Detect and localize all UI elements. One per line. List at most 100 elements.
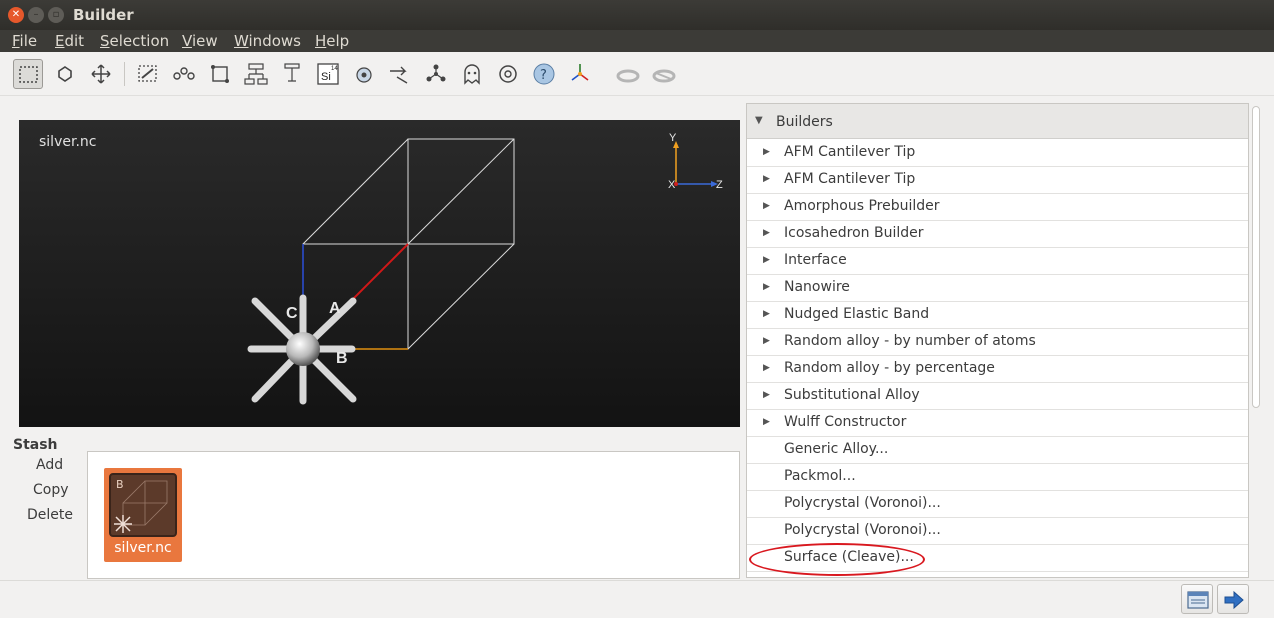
arrow-cut-icon[interactable] [385,59,415,89]
builders-scroll-thumb[interactable] [1252,106,1260,408]
builder-group-item[interactable]: ▶ AFM Cantilever Tip [747,167,1248,194]
lasso-icon[interactable] [133,59,163,89]
axes-icon[interactable] [565,59,595,89]
element-number: 14 [331,66,338,72]
stash-thumb-structure-icon [114,480,168,533]
notes-icon [1187,591,1209,609]
gear-box-icon[interactable] [493,59,523,89]
chain-icon[interactable] [169,59,199,89]
builder-group-label: Wulff Constructor [784,414,907,430]
builder-group-item[interactable]: ▶ Random alloy - by number of atoms [747,329,1248,356]
builder-action-item[interactable]: Polycrystal (Voronoi)... [747,518,1248,545]
builder-group-label: AFM Cantilever Tip [784,171,916,187]
menu-selection[interactable]: Selection [100,32,169,50]
ring-icon[interactable] [613,59,643,89]
builder-action-item[interactable]: Generic Alloy... [747,437,1248,464]
expand-triangle-icon[interactable]: ▶ [763,363,770,373]
expand-triangle-icon[interactable]: ▶ [763,147,770,157]
ghost-icon[interactable] [457,59,487,89]
tree-small-icon[interactable] [277,59,307,89]
builder-group-label: Interface [784,252,847,268]
builder-group-label: Nanowire [784,279,850,295]
builder-action-item[interactable]: Packmol... [747,464,1248,491]
hexagon-select-icon[interactable] [50,59,80,89]
move-icon[interactable] [86,59,116,89]
stash-copy-button[interactable]: Copy [33,482,69,498]
title-bar: ✕ – ▫ Builder [0,0,1274,30]
builders-header[interactable]: ▼ Builders [747,104,1248,139]
window-title: Builder [73,6,134,24]
builder-group-item[interactable]: ▶ Icosahedron Builder [747,221,1248,248]
expand-triangle-icon[interactable]: ▶ [763,282,770,292]
builder-action-item[interactable]: Polycrystal (Voronoi)... [747,491,1248,518]
toolbar: Si 14 ? [0,52,1274,96]
stash-area[interactable]: B silver.nc [87,451,740,579]
expand-triangle-icon[interactable]: ▶ [763,255,770,265]
stash-title: Stash [13,437,58,453]
element-icon[interactable]: Si 14 [313,59,343,89]
stash-item[interactable]: B silver.nc [104,468,182,562]
svg-text:?: ? [540,68,547,83]
builder-group-label: Substitutional Alloy [784,387,920,403]
expand-triangle-icon[interactable]: ▶ [763,390,770,400]
stash-add-button[interactable]: Add [36,457,63,473]
lattice-label-c: C [286,305,298,322]
builder-group-label: Nudged Elastic Band [784,306,930,322]
builder-group-item[interactable]: ▶ Wulff Constructor [747,410,1248,437]
builder-group-label: Random alloy - by number of atoms [784,333,1036,349]
graph-icon[interactable] [421,59,451,89]
help-icon[interactable]: ? [529,59,559,89]
expand-triangle-icon[interactable]: ▶ [763,417,770,427]
expand-triangle-icon[interactable]: ▶ [763,336,770,346]
viewer-title: silver.nc [39,134,97,150]
builders-header-label: Builders [776,114,833,130]
expand-triangle-icon[interactable]: ▶ [763,228,770,238]
close-window-button[interactable]: ✕ [8,7,24,23]
axis-label-y: Y [669,132,677,144]
builder-group-label: Random alloy - by percentage [784,360,995,376]
axis-label-z: Z [716,179,723,191]
menu-windows[interactable]: Windows [234,32,301,50]
maximize-window-button[interactable]: ▫ [48,7,64,23]
rotate-box-icon[interactable] [205,59,235,89]
builder-action-label: Packmol... [784,468,856,484]
expand-triangle-icon[interactable]: ▶ [763,201,770,211]
element-symbol: Si [321,71,331,83]
send-to-button[interactable] [1217,584,1249,614]
menu-file[interactable]: File [12,32,37,50]
builder-group-item[interactable]: ▶ Nanowire [747,275,1248,302]
status-divider [0,580,1274,581]
builder-action-label: Generic Alloy... [784,441,889,457]
toolbar-separator [124,62,125,86]
builder-group-label: Amorphous Prebuilder [784,198,940,214]
collapse-triangle-icon: ▼ [755,115,763,126]
notes-button[interactable] [1181,584,1213,614]
menu-bar: File Edit Selection View Windows Help [0,30,1274,52]
expand-triangle-icon[interactable]: ▶ [763,309,770,319]
stash-thumbnail: B [109,473,177,537]
builder-group-item[interactable]: ▶ Random alloy - by percentage [747,356,1248,383]
builder-group-label: Icosahedron Builder [784,225,924,241]
builder-group-item[interactable]: ▶ Interface [747,248,1248,275]
minimize-window-button[interactable]: – [28,7,44,23]
stash-delete-button[interactable]: Delete [27,507,73,523]
ring2-icon[interactable] [649,59,679,89]
builder-group-item[interactable]: ▶ AFM Cantilever Tip [747,140,1248,167]
menu-help[interactable]: Help [315,32,349,50]
atom-icon[interactable] [349,59,379,89]
stash-item-label: silver.nc [114,540,172,556]
menu-view[interactable]: View [182,32,218,50]
builders-panel: ▼ Builders ▶ AFM Cantilever Tip ▶ AFM Canti… [746,103,1249,578]
builder-action-label: Polycrystal (Voronoi)... [784,522,941,538]
builder-group-item[interactable]: ▶ Nudged Elastic Band [747,302,1248,329]
expand-triangle-icon[interactable]: ▶ [763,174,770,184]
lattice-label-b: B [336,350,348,367]
builder-group-item[interactable]: ▶ Amorphous Prebuilder [747,194,1248,221]
tree-icon[interactable] [241,59,271,89]
structure-viewer[interactable]: C A B Y X Z silver.nc [19,120,740,427]
axis-label-x: X [668,179,676,191]
menu-edit[interactable]: Edit [55,32,84,50]
viewer-canvas: C A B Y X Z [247,132,723,405]
select-rect-icon[interactable] [13,59,43,89]
builder-group-item[interactable]: ▶ Substitutional Alloy [747,383,1248,410]
